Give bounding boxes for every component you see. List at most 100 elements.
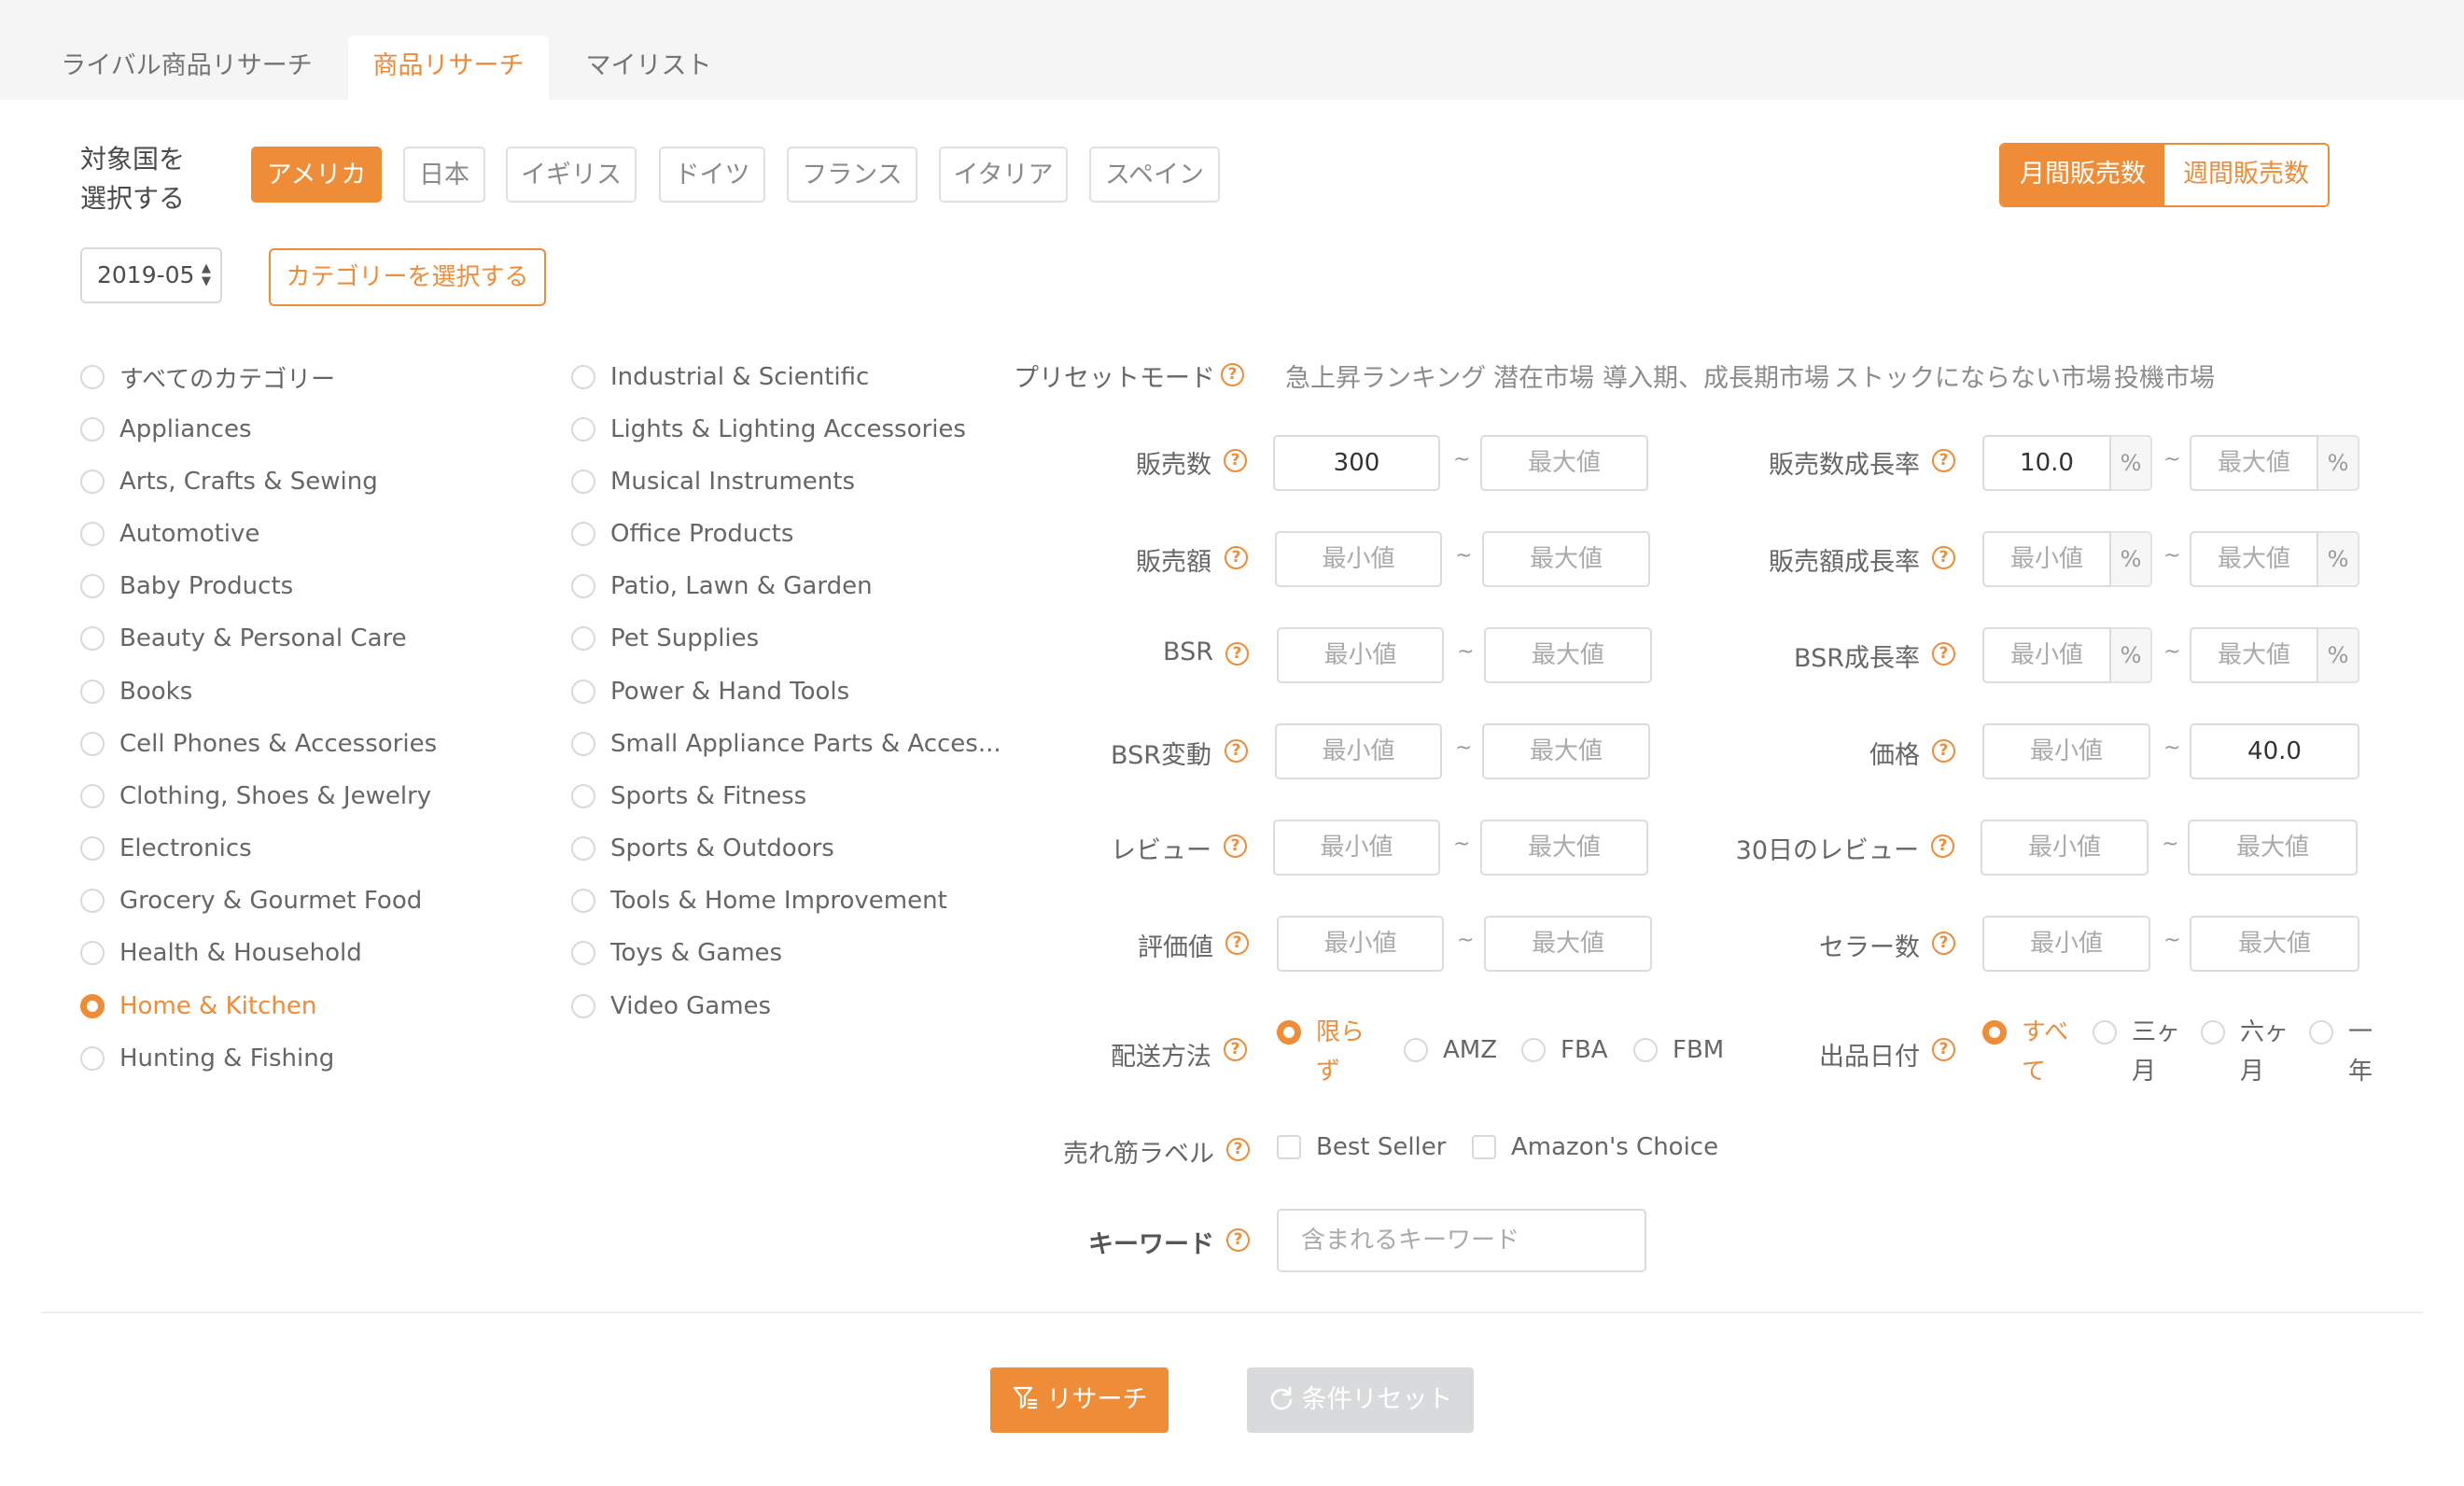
tab-product-research[interactable]: 商品リサーチ — [348, 35, 549, 100]
reviews-min-input[interactable]: 最小値 — [1273, 820, 1440, 876]
category-radio-video-games[interactable]: Video Games — [571, 988, 771, 1025]
keyword-input[interactable]: 含まれるキーワード — [1277, 1209, 1646, 1272]
help-icon[interactable]: ? — [1224, 1038, 1247, 1061]
price-min-input[interactable]: 最小値 — [1982, 723, 2150, 779]
preset-potential-market[interactable]: 潜在市場 — [1493, 357, 1594, 394]
help-icon[interactable]: ? — [1225, 642, 1249, 666]
help-icon[interactable]: ? — [1226, 1138, 1250, 1161]
help-icon[interactable]: ? — [1932, 642, 1955, 666]
category-radio-clothing[interactable]: Clothing, Shoes & Jewelry — [80, 778, 431, 815]
shipping-radio-fba[interactable]: FBA — [1521, 1036, 1608, 1064]
help-icon[interactable]: ? — [1224, 834, 1247, 858]
amazons-choice-checkbox[interactable]: Amazon's Choice — [1472, 1133, 1718, 1161]
category-radio-pet[interactable]: Pet Supplies — [571, 620, 759, 657]
help-icon[interactable]: ? — [1932, 546, 1955, 569]
category-radio-arts[interactable]: Arts, Crafts & Sewing — [80, 463, 378, 500]
listing-radio-3months[interactable]: 三ヶ 月 — [2093, 1013, 2180, 1091]
bsr-max-input[interactable]: 最大値 — [1484, 627, 1652, 683]
reviews-max-input[interactable]: 最大値 — [1480, 820, 1648, 876]
category-radio-appliances[interactable]: Appliances — [80, 411, 252, 448]
rating-max-input[interactable]: 最大値 — [1484, 916, 1652, 972]
monthly-sales-button[interactable]: 月間販売数 — [2001, 145, 2164, 205]
category-radio-baby[interactable]: Baby Products — [80, 568, 293, 605]
amount-growth-min-input[interactable]: 最小値 — [1982, 531, 2111, 587]
seller-count-max-input[interactable]: 最大値 — [2190, 916, 2359, 972]
category-radio-home-kitchen[interactable]: Home & Kitchen — [80, 988, 316, 1025]
category-radio-automotive[interactable]: Automotive — [80, 515, 259, 553]
listing-radio-6months[interactable]: 六ヶ 月 — [2201, 1013, 2289, 1091]
select-category-button[interactable]: カテゴリーを選択する — [269, 248, 546, 306]
listing-radio-1year[interactable]: 一 年 — [2309, 1013, 2373, 1091]
help-icon[interactable]: ? — [1221, 363, 1244, 386]
help-icon[interactable]: ? — [1225, 739, 1248, 763]
category-radio-office[interactable]: Office Products — [571, 515, 793, 553]
sales-amount-max-input[interactable]: 最大値 — [1482, 531, 1650, 587]
category-radio-books[interactable]: Books — [80, 673, 192, 710]
country-button-germany[interactable]: ドイツ — [659, 147, 765, 203]
help-icon[interactable]: ? — [1226, 1228, 1250, 1252]
help-icon[interactable]: ? — [1224, 449, 1247, 472]
help-icon[interactable]: ? — [1225, 932, 1249, 955]
seller-count-min-input[interactable]: 最小値 — [1982, 916, 2150, 972]
category-radio-small-appliance[interactable]: Small Appliance Parts & Acces... — [571, 725, 1001, 763]
amount-growth-max-input[interactable]: 最大値 — [2190, 531, 2318, 587]
preset-non-stock-market[interactable]: ストックにならない市場 — [1834, 357, 2111, 394]
category-radio-sports-outdoors[interactable]: Sports & Outdoors — [571, 830, 834, 867]
tab-rival-research[interactable]: ライバル商品リサーチ — [45, 35, 329, 100]
help-icon[interactable]: ? — [1932, 449, 1955, 472]
preset-speculative-market[interactable]: 投機市場 — [2114, 357, 2215, 394]
help-icon[interactable]: ? — [1932, 739, 1955, 763]
country-button-uk[interactable]: イギリス — [506, 147, 637, 203]
research-button[interactable]: リサーチ — [990, 1367, 1169, 1433]
country-button-italy[interactable]: イタリア — [939, 147, 1068, 203]
rating-min-input[interactable]: 最小値 — [1277, 916, 1444, 972]
category-radio-toys[interactable]: Toys & Games — [571, 934, 782, 972]
shipping-radio-any[interactable]: 限ら ず — [1277, 1013, 1365, 1091]
category-radio-industrial[interactable]: Industrial & Scientific — [571, 358, 869, 396]
bsr-min-input[interactable]: 最小値 — [1277, 627, 1444, 683]
category-label: Hunting & Fishing — [119, 1044, 335, 1072]
category-radio-patio[interactable]: Patio, Lawn & Garden — [571, 568, 873, 605]
help-icon[interactable]: ? — [1932, 932, 1955, 955]
help-icon[interactable]: ? — [1931, 834, 1954, 858]
sales-growth-min-input[interactable]: 10.0 — [1982, 435, 2111, 491]
price-max-input[interactable]: 40.0 — [2190, 723, 2359, 779]
bsr-change-min-input[interactable]: 最小値 — [1275, 723, 1442, 779]
preset-growth-market[interactable]: 導入期、成長期市場 — [1603, 357, 1829, 394]
category-radio-beauty[interactable]: Beauty & Personal Care — [80, 620, 407, 657]
country-button-spain[interactable]: スペイン — [1089, 147, 1220, 203]
help-icon[interactable]: ? — [1225, 546, 1248, 569]
bsr-growth-max-input[interactable]: 最大値 — [2190, 627, 2318, 683]
sales-count-min-input[interactable]: 300 — [1273, 435, 1440, 491]
category-radio-electronics[interactable]: Electronics — [80, 830, 252, 867]
reviews-30d-min-input[interactable]: 最小値 — [1981, 820, 2149, 876]
help-icon[interactable]: ? — [1932, 1038, 1955, 1061]
category-radio-health[interactable]: Health & Household — [80, 934, 362, 972]
country-button-japan[interactable]: 日本 — [403, 147, 485, 203]
category-radio-lights[interactable]: Lights & Lighting Accessories — [571, 411, 966, 448]
bsr-growth-min-input[interactable]: 最小値 — [1982, 627, 2111, 683]
category-radio-musical[interactable]: Musical Instruments — [571, 463, 855, 500]
best-seller-checkbox[interactable]: Best Seller — [1277, 1133, 1446, 1161]
sales-count-max-input[interactable]: 最大値 — [1480, 435, 1648, 491]
category-radio-hunting[interactable]: Hunting & Fishing — [80, 1040, 334, 1077]
sales-growth-max-input[interactable]: 最大値 — [2190, 435, 2318, 491]
category-radio-tools[interactable]: Tools & Home Improvement — [571, 882, 947, 919]
category-radio-cell-phones[interactable]: Cell Phones & Accessories — [80, 725, 437, 763]
bsr-change-max-input[interactable]: 最大値 — [1482, 723, 1650, 779]
category-radio-grocery[interactable]: Grocery & Gourmet Food — [80, 882, 422, 919]
country-button-france[interactable]: フランス — [787, 147, 917, 203]
category-radio-all[interactable]: すべてのカテゴリー — [80, 358, 335, 396]
reset-conditions-button[interactable]: 条件リセット — [1247, 1367, 1474, 1433]
sales-amount-min-input[interactable]: 最小値 — [1275, 531, 1442, 587]
reviews-30d-max-input[interactable]: 最大値 — [2188, 820, 2358, 876]
preset-rising-ranking[interactable]: 急上昇ランキング — [1285, 357, 1486, 394]
country-button-usa[interactable]: アメリカ — [251, 147, 382, 203]
listing-radio-all[interactable]: すべ て — [1982, 1013, 2068, 1091]
category-radio-sports-fitness[interactable]: Sports & Fitness — [571, 778, 806, 815]
category-radio-power-tools[interactable]: Power & Hand Tools — [571, 673, 849, 710]
shipping-radio-amz[interactable]: AMZ — [1404, 1036, 1497, 1064]
tab-my-list[interactable]: マイリスト — [569, 35, 728, 100]
month-select[interactable]: 2019-05 ▲ ▼ — [80, 247, 222, 303]
weekly-sales-button[interactable]: 週間販売数 — [2164, 145, 2328, 205]
